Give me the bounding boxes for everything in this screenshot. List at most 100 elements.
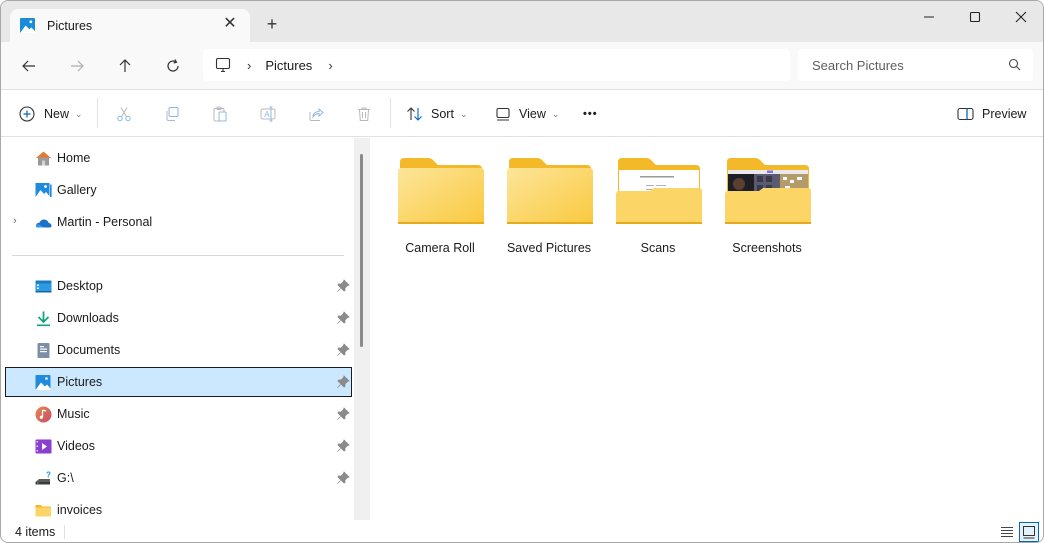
sidebar-item-home[interactable]: Home <box>5 143 352 173</box>
cut-button[interactable] <box>112 102 136 126</box>
videos-icon <box>35 439 52 454</box>
sidebar-item-label: Gallery <box>57 183 97 197</box>
svg-text:?: ? <box>46 471 51 480</box>
details-view-icon <box>1001 527 1013 537</box>
minimize-button[interactable] <box>906 5 952 29</box>
maximize-icon <box>969 11 981 23</box>
paste-button[interactable] <box>208 102 232 126</box>
svg-text:A: A <box>264 110 270 119</box>
pin-icon[interactable] <box>336 343 350 357</box>
pin-icon[interactable] <box>336 375 350 389</box>
search-icon[interactable] <box>1008 58 1021 71</box>
folder-name: Camera Roll <box>405 241 475 255</box>
close-tab-icon[interactable]: ✕ <box>222 15 238 33</box>
sidebar-item-label: Videos <box>57 439 95 453</box>
pin-icon[interactable] <box>336 471 350 485</box>
arrow-right-icon <box>71 60 84 72</box>
large-icons-view-icon <box>1023 526 1035 539</box>
status-bar: 4 items <box>1 520 1043 542</box>
search-input[interactable] <box>812 57 992 73</box>
sidebar-item-label: Downloads <box>57 311 119 325</box>
clipboard-icon <box>213 106 227 122</box>
divider <box>97 98 98 128</box>
breadcrumb-separator[interactable]: › <box>247 58 251 73</box>
navigation-bar: › Pictures › <box>1 42 1043 90</box>
refresh-icon <box>167 59 179 72</box>
sidebar-item-invoices[interactable]: invoices <box>5 495 352 520</box>
copy-button[interactable] <box>160 102 184 126</box>
sidebar-item-onedrive[interactable]: › Martin - Personal <box>5 207 352 237</box>
sidebar-item-label: Home <box>57 151 91 165</box>
sidebar-item-g-drive[interactable]: ? G:\ <box>5 463 352 493</box>
preview-button[interactable]: Preview <box>957 102 1026 126</box>
new-tab-button[interactable]: + <box>263 15 281 33</box>
home-icon <box>36 151 51 166</box>
sidebar-item-pictures[interactable]: Pictures <box>5 367 352 397</box>
sidebar-item-desktop[interactable]: Desktop <box>5 271 352 301</box>
gallery-icon <box>35 183 52 197</box>
view-label: View <box>519 107 546 121</box>
trash-icon <box>358 107 370 121</box>
arrow-up-icon <box>119 59 131 72</box>
command-bar: New ⌄ A Sort ⌄ View ⌄ ••• Preview <box>1 90 1043 137</box>
breadcrumb-pictures[interactable]: Pictures <box>265 58 312 73</box>
back-button[interactable] <box>17 54 41 78</box>
breadcrumb-separator[interactable]: › <box>328 58 332 73</box>
sidebar-scrollbar-thumb[interactable] <box>360 154 363 347</box>
sidebar-item-gallery[interactable]: Gallery <box>5 175 352 205</box>
folder-name: Screenshots <box>732 241 802 255</box>
pictures-icon <box>20 18 35 33</box>
sidebar-item-label: Martin - Personal <box>57 215 153 229</box>
share-button[interactable] <box>304 102 328 126</box>
forward-button[interactable] <box>65 54 89 78</box>
sidebar-item-label: Music <box>57 407 90 421</box>
folder-item[interactable]: Scans <box>608 152 708 262</box>
details-view-button[interactable] <box>997 522 1017 542</box>
documents-icon <box>37 343 50 358</box>
divider <box>390 98 391 128</box>
new-button[interactable]: New ⌄ <box>19 102 83 126</box>
title-bar: Pictures ✕ + <box>1 1 1043 42</box>
plus-circle-icon <box>19 106 35 122</box>
music-icon <box>35 406 52 423</box>
sidebar-item-documents[interactable]: Documents <box>5 335 352 365</box>
sidebar-item-music[interactable]: Music <box>5 399 352 429</box>
preview-pane-icon <box>957 107 974 121</box>
new-label: New <box>44 107 70 121</box>
scissors-icon <box>117 107 131 122</box>
this-pc-icon[interactable] <box>215 57 231 73</box>
item-count: 4 items <box>15 525 56 539</box>
rename-button[interactable]: A <box>256 102 280 126</box>
chevron-right-icon[interactable]: › <box>13 215 17 227</box>
refresh-button[interactable] <box>161 54 185 78</box>
address-bar[interactable]: › Pictures › <box>203 49 790 81</box>
up-button[interactable] <box>113 54 137 78</box>
tab-pictures[interactable]: Pictures ✕ <box>10 9 250 42</box>
large-icons-view-button[interactable] <box>1019 522 1039 542</box>
share-icon <box>309 107 324 121</box>
pin-icon[interactable] <box>336 279 350 293</box>
folder-item[interactable]: Screenshots <box>717 152 817 262</box>
pin-icon[interactable] <box>336 311 350 325</box>
sidebar-item-label: invoices <box>57 503 103 517</box>
chevron-down-icon: ⌄ <box>551 108 560 119</box>
more-options-button[interactable]: ••• <box>583 102 598 126</box>
file-explorer-window: Pictures ✕ + › Pictures › Search Picture… <box>0 0 1044 543</box>
folder-item[interactable]: Camera Roll <box>390 152 490 262</box>
sidebar-item-downloads[interactable]: Downloads <box>5 303 352 333</box>
sidebar-item-videos[interactable]: Videos <box>5 431 352 461</box>
pin-icon[interactable] <box>336 407 350 421</box>
more-icon: ••• <box>583 108 598 120</box>
maximize-button[interactable] <box>952 5 998 29</box>
sort-button[interactable]: Sort ⌄ <box>406 102 467 126</box>
folder-item[interactable]: Saved Pictures <box>499 152 599 262</box>
view-button[interactable]: View ⌄ <box>495 102 559 126</box>
folder-icon <box>35 505 51 517</box>
close-window-button[interactable] <box>998 5 1043 29</box>
view-icon <box>496 107 510 121</box>
preview-label: Preview <box>982 107 1027 121</box>
pin-icon[interactable] <box>336 439 350 453</box>
minimize-icon <box>924 16 934 18</box>
delete-button[interactable] <box>352 102 376 126</box>
search-box[interactable] <box>798 49 1033 81</box>
